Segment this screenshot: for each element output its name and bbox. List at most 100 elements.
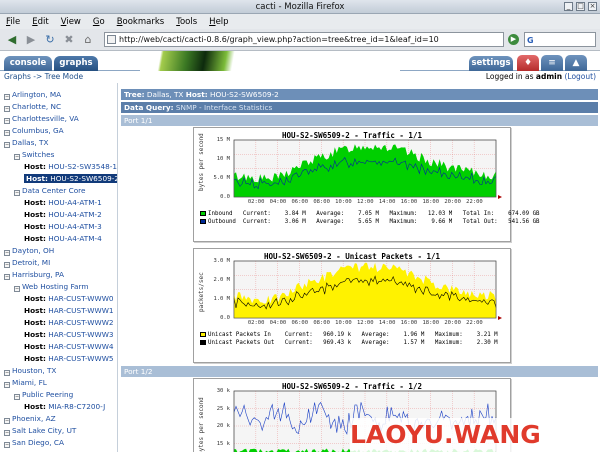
breadcrumb-text[interactable]: Graphs -> Tree Mode xyxy=(4,72,83,81)
cacti-header: console graphs settings ♦ ≡ ▲ xyxy=(0,51,600,71)
tree-node-item[interactable]: − Public Peering xyxy=(14,390,73,400)
breadcrumb: Graphs -> Tree Mode Logged in as admin (… xyxy=(0,71,600,82)
x-tick-label: 12:00 xyxy=(357,320,374,326)
menu-help[interactable]: Help xyxy=(209,17,228,27)
tree-host-item[interactable]: Host: HOU-A4-ATM-3 xyxy=(24,222,102,231)
expand-icon[interactable]: − xyxy=(4,418,10,424)
tree-node-item[interactable]: − Charlottesville, VA xyxy=(4,114,79,124)
expand-icon[interactable]: − xyxy=(4,262,10,268)
tree-host-item[interactable]: Host: HOU-A4-ATM-4 xyxy=(24,234,102,243)
tree-node-item[interactable]: − Arlington, MA xyxy=(4,90,61,100)
tab-console[interactable]: console xyxy=(4,56,52,71)
close-icon[interactable]: × xyxy=(588,2,597,11)
x-tick-label: 16:00 xyxy=(400,199,418,205)
url-text: http://web/cacti/cacti-0.8.6/graph_view.… xyxy=(119,35,439,44)
tree-node-item[interactable]: − Dallas, TX xyxy=(4,138,49,148)
tree-host-item[interactable]: Host: HAR-CUST-WWW5 xyxy=(24,354,114,363)
tree-node-item[interactable]: − Miami, FL xyxy=(4,378,47,388)
tree-node-item[interactable]: − Houston, TX xyxy=(4,366,56,376)
maximize-icon[interactable]: □ xyxy=(576,2,585,11)
watermark: LAOYU.WANG xyxy=(350,418,600,452)
y-axis-label: bytes per second xyxy=(198,133,205,191)
unicast-packets-graph[interactable]: HOU-S2-SW6509-2 - Unicast Packets - 1/1 p… xyxy=(193,248,511,363)
expand-icon[interactable]: − xyxy=(14,394,20,400)
window-title: cacti - Mozilla Firefox xyxy=(255,2,345,12)
tree-node-item[interactable]: − Switches xyxy=(14,150,54,160)
tree-node-item[interactable]: − Salt Lake City, UT xyxy=(4,426,76,436)
tree-host-item[interactable]: Host: HOU-S2-SW3548-1 xyxy=(24,162,117,171)
tree-node-item[interactable]: − Columbus, GA xyxy=(4,126,64,136)
expand-icon[interactable]: − xyxy=(4,382,10,388)
expand-icon[interactable]: − xyxy=(4,250,10,256)
x-tick-label: 08:00 xyxy=(313,320,330,326)
reload-icon[interactable]: ↻ xyxy=(42,32,58,48)
tree-node-item[interactable]: − Detroit, MI xyxy=(4,258,50,268)
tree-host-item[interactable]: Host: HOU-A4-ATM-1 xyxy=(24,198,102,207)
x-tick-label: 04:00 xyxy=(269,320,287,326)
expand-icon[interactable]: − xyxy=(4,118,10,124)
x-tick-label: 02:00 xyxy=(247,320,265,326)
home-icon[interactable]: ⌂ xyxy=(80,32,96,48)
tree-node-item[interactable]: − Web Hosting Farm xyxy=(14,282,88,292)
tree-host-item[interactable]: Host: HAR-CUST-WWW2 xyxy=(24,318,114,327)
minimize-icon[interactable]: _ xyxy=(564,2,573,11)
expand-icon[interactable]: − xyxy=(4,94,10,100)
expand-icon[interactable]: − xyxy=(4,442,10,448)
tree-node-item[interactable]: − San Diego, CA xyxy=(4,438,64,448)
tree-view-icon[interactable]: ♦ xyxy=(517,55,539,71)
x-tick-label: 10:00 xyxy=(335,320,352,326)
menu-file[interactable]: File xyxy=(6,17,20,27)
legend-swatch xyxy=(200,211,206,216)
logout-link[interactable]: (Logout) xyxy=(564,72,596,81)
tree-node-item[interactable]: − Phoenix, AZ xyxy=(4,414,56,424)
tree-node-item[interactable]: − Data Center Core xyxy=(14,186,86,196)
tree-host-item[interactable]: Host: HOU-S2-SW6509-2 xyxy=(24,174,117,183)
y-axis-label: packets/sec xyxy=(198,272,205,312)
menu-tools[interactable]: Tools xyxy=(176,17,197,27)
y-tick-label: 0.0 xyxy=(220,194,230,200)
list-view-icon[interactable]: ≡ xyxy=(541,55,563,71)
x-tick-label: 08:00 xyxy=(313,199,330,205)
menu-go[interactable]: Go xyxy=(93,17,105,27)
expand-icon[interactable]: − xyxy=(14,286,20,292)
back-icon[interactable]: ◀ xyxy=(4,32,20,48)
expand-icon[interactable]: − xyxy=(4,130,10,136)
go-icon[interactable]: ▶ xyxy=(508,34,519,45)
forward-icon[interactable]: ▶ xyxy=(23,32,39,48)
tab-settings[interactable]: settings xyxy=(469,56,513,71)
menu-bookmarks[interactable]: Bookmarks xyxy=(117,17,165,27)
menu-bar: File Edit View Go Bookmarks Tools Help xyxy=(0,14,600,29)
expand-icon[interactable]: − xyxy=(14,154,20,160)
tree-host-item[interactable]: Host: HAR-CUST-WWW1 xyxy=(24,306,114,315)
x-tick-label: 22:00 xyxy=(466,199,483,205)
tree-host-item[interactable]: Host: HAR-CUST-WWW0 xyxy=(24,294,114,303)
expand-icon[interactable]: − xyxy=(4,430,10,436)
traffic-graph-1[interactable]: HOU-S2-SW6509-2 - Traffic - 1/1 bytes per… xyxy=(193,127,540,242)
port-header-2: Port 1/2 xyxy=(121,366,598,377)
tree-host-item[interactable]: Host: HAR-CUST-WWW3 xyxy=(24,330,114,339)
tree-node-item[interactable]: − Charlotte, NC xyxy=(4,102,61,112)
legend-row: Inbound Current: 3.84 M Average: 7.05 M … xyxy=(200,210,540,218)
expand-icon[interactable]: − xyxy=(4,274,10,280)
tree-node-item[interactable]: − Harrisburg, PA xyxy=(4,270,64,280)
expand-icon[interactable]: − xyxy=(4,142,10,148)
menu-view[interactable]: View xyxy=(61,17,81,27)
graph-title: HOU-S2-SW6509-2 - Traffic - 1/1 xyxy=(282,131,422,140)
preview-view-icon[interactable]: ▲ xyxy=(565,55,587,71)
expand-icon[interactable]: − xyxy=(4,370,10,376)
legend-swatch xyxy=(200,219,206,224)
x-tick-label: 20:00 xyxy=(444,320,461,326)
url-bar[interactable]: http://web/cacti/cacti-0.8.6/graph_view.… xyxy=(104,32,504,47)
tree-host-item[interactable]: Host: HOU-A4-ATM-2 xyxy=(24,210,102,219)
tree-host-item[interactable]: Host: MIA-R8-C7200-J xyxy=(24,402,105,411)
x-tick-label: 06:00 xyxy=(291,199,309,205)
tree-node-item[interactable]: − Dayton, OH xyxy=(4,246,54,256)
expand-icon[interactable]: − xyxy=(4,106,10,112)
tree-host-item[interactable]: Host: HAR-CUST-WWW4 xyxy=(24,342,114,351)
graph-area: Tree: Dallas, TX Host: HOU-S2-SW6509-2 D… xyxy=(119,83,600,452)
tab-graphs[interactable]: graphs xyxy=(54,56,98,71)
search-input[interactable]: G xyxy=(524,32,596,47)
menu-edit[interactable]: Edit xyxy=(32,17,48,27)
expand-icon[interactable]: − xyxy=(14,190,20,196)
stop-icon[interactable]: ✖ xyxy=(61,32,77,48)
